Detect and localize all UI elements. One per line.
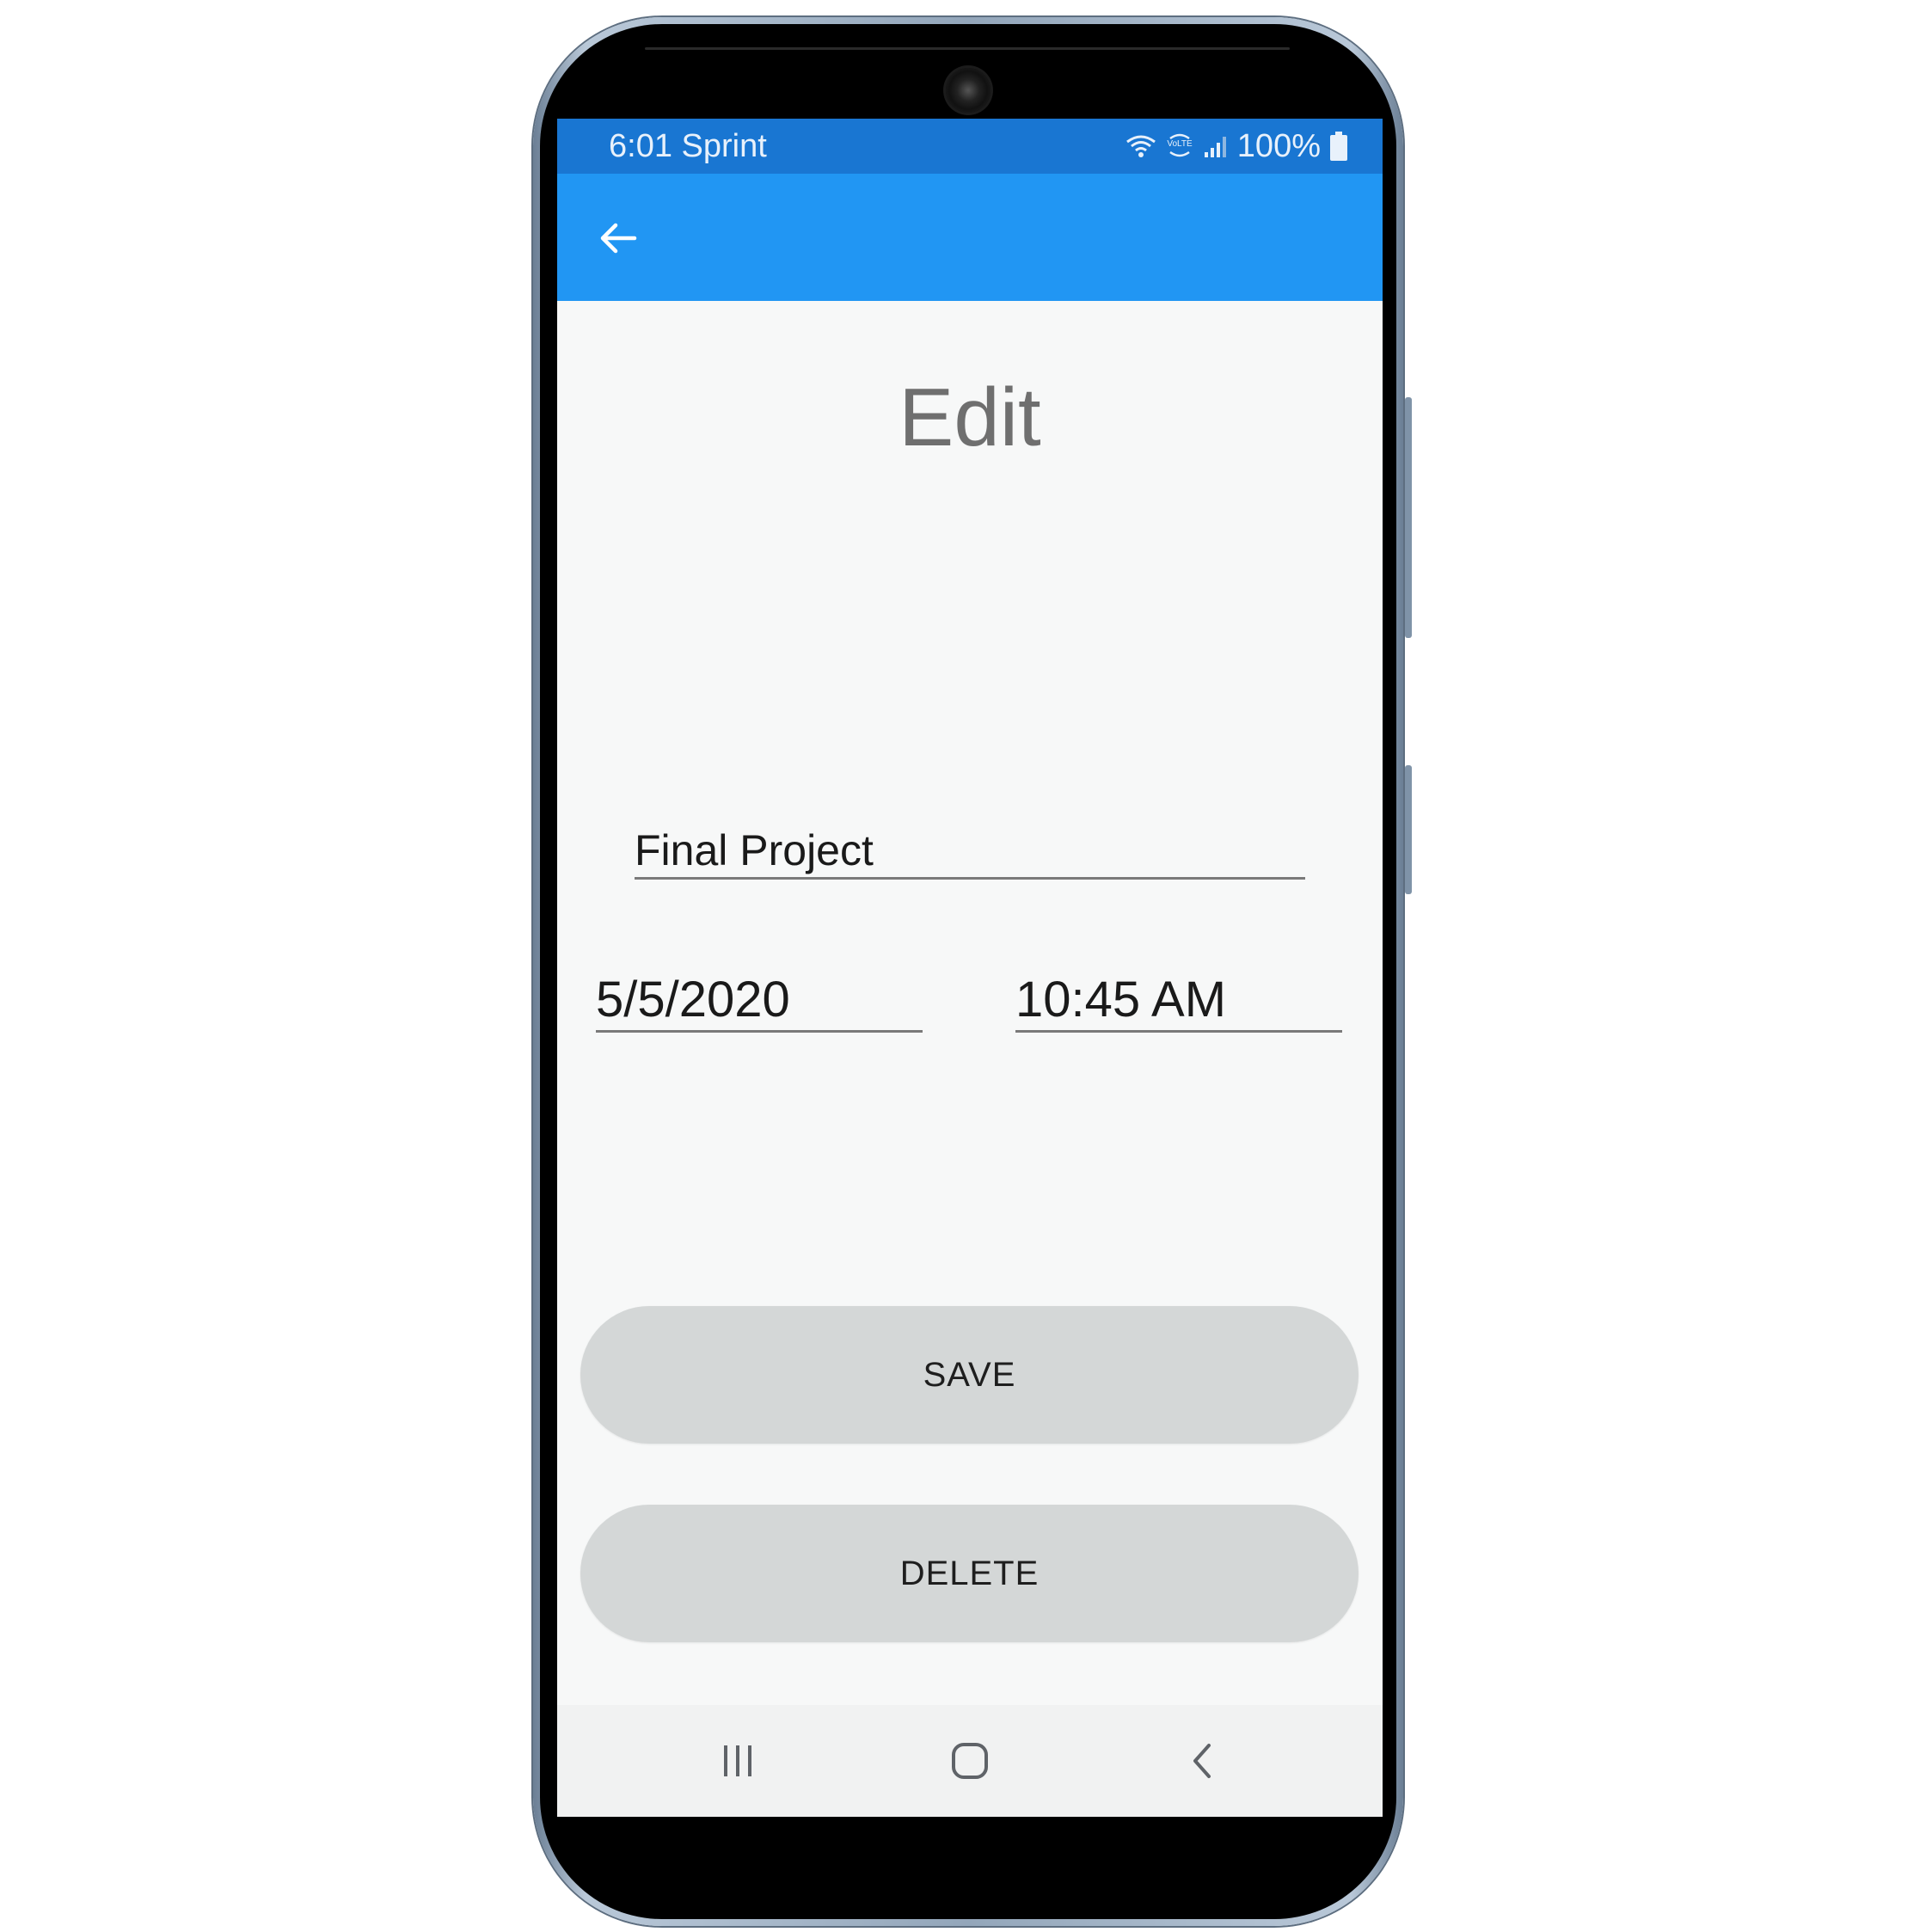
- signal-icon: [1203, 133, 1229, 159]
- power-button: [1405, 765, 1412, 894]
- status-time-carrier: 6:01 Sprint: [609, 128, 767, 164]
- battery-icon: [1329, 132, 1348, 161]
- date-field[interactable]: 5/5/2020: [596, 970, 923, 1033]
- app-bar: [557, 174, 1383, 301]
- svg-text:VoLTE: VoLTE: [1167, 139, 1193, 149]
- front-camera-icon: [946, 68, 991, 113]
- back-icon[interactable]: [1168, 1731, 1236, 1791]
- wifi-icon: [1125, 133, 1156, 159]
- speaker-grille: [645, 47, 1290, 50]
- status-icons: VoLTE 100%: [1125, 126, 1348, 167]
- volume-button: [1405, 397, 1412, 638]
- save-button-label: SAVE: [923, 1355, 1016, 1394]
- volte-icon: VoLTE: [1165, 132, 1194, 161]
- device-stage: 6:01 Sprint VoLTE 100% Edit Final Projec…: [0, 0, 1932, 1932]
- recent-apps-icon[interactable]: [703, 1731, 772, 1791]
- status-bar: 6:01 Sprint VoLTE 100%: [557, 119, 1383, 174]
- arrow-left-icon[interactable]: [597, 217, 640, 260]
- system-nav-bar: [557, 1705, 1383, 1817]
- task-name-field[interactable]: Final Project: [635, 824, 1305, 880]
- delete-button[interactable]: DELETE: [580, 1505, 1359, 1642]
- time-field[interactable]: 10:45 AM: [1015, 970, 1342, 1033]
- save-button[interactable]: SAVE: [580, 1306, 1359, 1444]
- screen: 6:01 Sprint VoLTE 100% Edit Final Projec…: [557, 119, 1383, 1817]
- battery-percent: 100%: [1236, 128, 1321, 164]
- delete-button-label: DELETE: [899, 1554, 1040, 1592]
- home-icon[interactable]: [935, 1731, 1004, 1791]
- page-title: Edit: [899, 371, 1041, 463]
